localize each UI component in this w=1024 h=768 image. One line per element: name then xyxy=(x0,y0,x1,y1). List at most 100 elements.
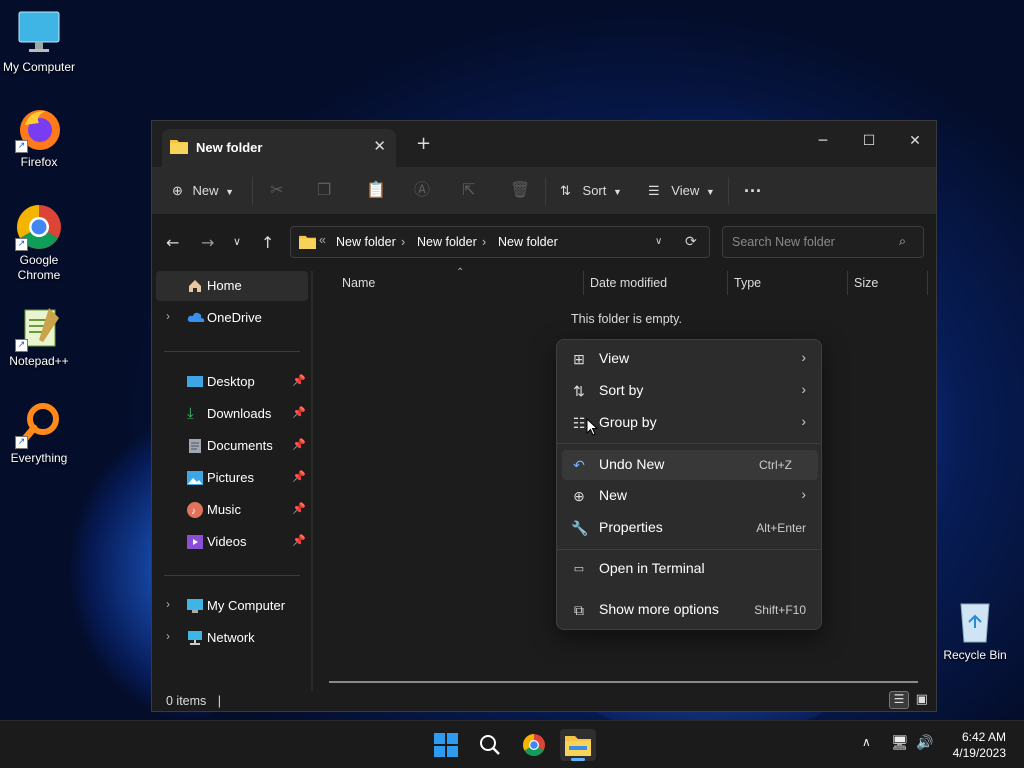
sidebar-item-documents[interactable]: Documents 📌 xyxy=(156,431,308,461)
picture-icon xyxy=(187,470,203,486)
close-window-button[interactable]: ✕ xyxy=(892,127,938,155)
sidebar-item-my-computer[interactable]: › My Computer xyxy=(156,591,308,621)
minimize-button[interactable]: ─ xyxy=(800,127,846,155)
refresh-icon[interactable]: ⟳ xyxy=(685,233,697,250)
column-header-date-modified[interactable]: Date modified xyxy=(590,276,667,290)
desktop-icon-recycle-bin[interactable]: Recycle Bin xyxy=(937,598,1013,663)
column-divider[interactable] xyxy=(847,271,848,295)
menu-item-show-more-options[interactable]: ⧉ Show more options Shift+F10 xyxy=(562,595,818,625)
pin-icon[interactable]: 📌 xyxy=(292,438,306,451)
horizontal-scrollbar[interactable] xyxy=(329,681,918,683)
desktop-icon-chrome[interactable]: ↗ Google Chrome xyxy=(1,203,77,283)
paste-icon[interactable]: 📋 xyxy=(366,179,386,203)
tiles-view-icon[interactable]: ▣ xyxy=(913,692,931,710)
sidebar-item-pictures[interactable]: Pictures 📌 xyxy=(156,463,308,493)
shortcut-arrow-icon: ↗ xyxy=(15,140,28,153)
column-divider[interactable] xyxy=(727,271,728,295)
volume-icon[interactable]: 🔊 xyxy=(916,735,933,751)
view-button[interactable]: ☰ View ▼ xyxy=(648,179,715,203)
network-icon xyxy=(187,630,203,646)
column-header-name[interactable]: Name xyxy=(342,276,375,290)
menu-separator xyxy=(557,443,821,444)
chevron-right-icon[interactable]: › xyxy=(166,629,170,643)
desktop-icon-label: Notepad++ xyxy=(9,354,69,368)
monitor-icon xyxy=(187,598,203,614)
taskbar-chrome-button[interactable] xyxy=(516,729,552,761)
details-view-icon[interactable]: ☰ xyxy=(889,691,909,709)
chrome-icon xyxy=(523,734,545,756)
chevron-right-icon[interactable]: › xyxy=(166,597,170,611)
sort-button[interactable]: ⇅ Sort ▼ xyxy=(560,179,622,203)
cut-icon[interactable]: ✂ xyxy=(270,179,283,203)
pin-icon[interactable]: 📌 xyxy=(292,374,306,387)
rename-icon[interactable]: Ⓐ xyxy=(414,179,430,203)
sidebar-item-music[interactable]: ♪ Music 📌 xyxy=(156,495,308,525)
column-header-type[interactable]: Type xyxy=(734,276,761,290)
new-button[interactable]: ⊕ New ▼ xyxy=(172,179,234,203)
column-divider[interactable] xyxy=(927,271,928,295)
wrench-icon: 🔧 xyxy=(571,520,589,536)
up-button[interactable]: ↑ xyxy=(261,233,274,252)
sidebar-item-downloads[interactable]: ⤓ Downloads 📌 xyxy=(156,399,308,429)
copy-icon[interactable]: ❐ xyxy=(317,179,331,203)
menu-item-group-by[interactable]: ☷ Group by › xyxy=(562,408,818,438)
column-header-size[interactable]: Size xyxy=(854,276,878,290)
desktop-icon-notepadpp[interactable]: ↗ Notepad++ xyxy=(1,304,77,369)
forward-button[interactable]: → xyxy=(201,233,214,252)
column-divider[interactable] xyxy=(583,271,584,295)
pin-icon[interactable]: 📌 xyxy=(292,470,306,483)
breadcrumb-item[interactable]: New folder xyxy=(498,235,558,249)
pin-icon[interactable]: 📌 xyxy=(292,534,306,547)
breadcrumb-overflow[interactable]: « xyxy=(319,233,326,247)
desktop-icon-label: Google Chrome xyxy=(17,253,61,282)
menu-item-view[interactable]: ⊞ View › xyxy=(562,344,818,374)
file-explorer-icon xyxy=(565,736,591,756)
chevron-right-icon: › xyxy=(801,349,806,365)
more-options-button[interactable]: ··· xyxy=(744,179,762,203)
tab-new-folder[interactable]: New folder ✕ xyxy=(162,129,396,167)
breadcrumb-item[interactable]: New folder xyxy=(417,235,477,249)
chrome-icon: ↗ xyxy=(15,203,63,251)
menu-item-open-in-terminal[interactable]: ▭ Open in Terminal xyxy=(562,554,818,584)
sidebar-item-desktop[interactable]: Desktop 📌 xyxy=(156,367,308,397)
menu-item-sort-by[interactable]: ⇅ Sort by › xyxy=(562,376,818,406)
back-button[interactable]: ← xyxy=(166,233,179,252)
taskbar-file-explorer-button[interactable] xyxy=(560,729,596,761)
search-input[interactable]: Search New folder xyxy=(732,235,835,249)
desktop-icon-everything[interactable]: ↗ Everything xyxy=(1,401,77,466)
delete-icon[interactable]: 🗑 xyxy=(510,179,530,203)
menu-item-new[interactable]: ⊕ New › xyxy=(562,481,818,511)
show-hidden-icons-button[interactable]: ∧ xyxy=(862,735,871,749)
menu-item-label: Show more options xyxy=(599,601,719,617)
sidebar-item-network[interactable]: › Network xyxy=(156,623,308,653)
pin-icon[interactable]: 📌 xyxy=(292,406,306,419)
firefox-icon: ↗ xyxy=(15,105,63,153)
address-bar[interactable]: « New folder › New folder › New folder ∨… xyxy=(290,226,710,258)
breadcrumb-item[interactable]: New folder xyxy=(336,235,396,249)
toolbar-divider xyxy=(545,177,546,205)
sidebar-item-videos[interactable]: Videos 📌 xyxy=(156,527,308,557)
chevron-right-icon[interactable]: › xyxy=(166,309,170,323)
new-tab-button[interactable]: + xyxy=(416,133,431,154)
menu-item-undo-new[interactable]: ↶ Undo New Ctrl+Z xyxy=(562,450,818,480)
maximize-button[interactable]: ☐ xyxy=(846,127,892,155)
system-clock[interactable]: 6:42 AM 4/19/2023 xyxy=(953,729,1006,761)
sidebar-item-onedrive[interactable]: › OneDrive xyxy=(156,303,308,333)
sidebar-item-home[interactable]: Home xyxy=(156,271,308,301)
plus-circle-icon: ⊕ xyxy=(573,488,585,504)
pane-divider[interactable] xyxy=(311,271,313,691)
search-box[interactable]: Search New folder ⌕ xyxy=(722,226,924,258)
start-button[interactable] xyxy=(428,729,464,761)
close-tab-icon[interactable]: ✕ xyxy=(373,137,386,155)
share-icon[interactable]: ⇱ xyxy=(462,179,475,203)
address-dropdown-icon[interactable]: ∨ xyxy=(655,236,662,247)
desktop-icon-firefox[interactable]: ↗ Firefox xyxy=(1,105,77,170)
status-divider: | xyxy=(217,694,222,708)
recent-locations-button[interactable]: ∨ xyxy=(233,235,241,248)
notepadpp-icon: ↗ xyxy=(15,304,63,352)
desktop-icon-my-computer[interactable]: My Computer xyxy=(1,10,77,75)
network-status-icon[interactable]: 🖥 xyxy=(891,735,909,751)
menu-item-properties[interactable]: 🔧 Properties Alt+Enter xyxy=(562,513,818,543)
taskbar-search-button[interactable] xyxy=(472,729,508,761)
pin-icon[interactable]: 📌 xyxy=(292,502,306,515)
